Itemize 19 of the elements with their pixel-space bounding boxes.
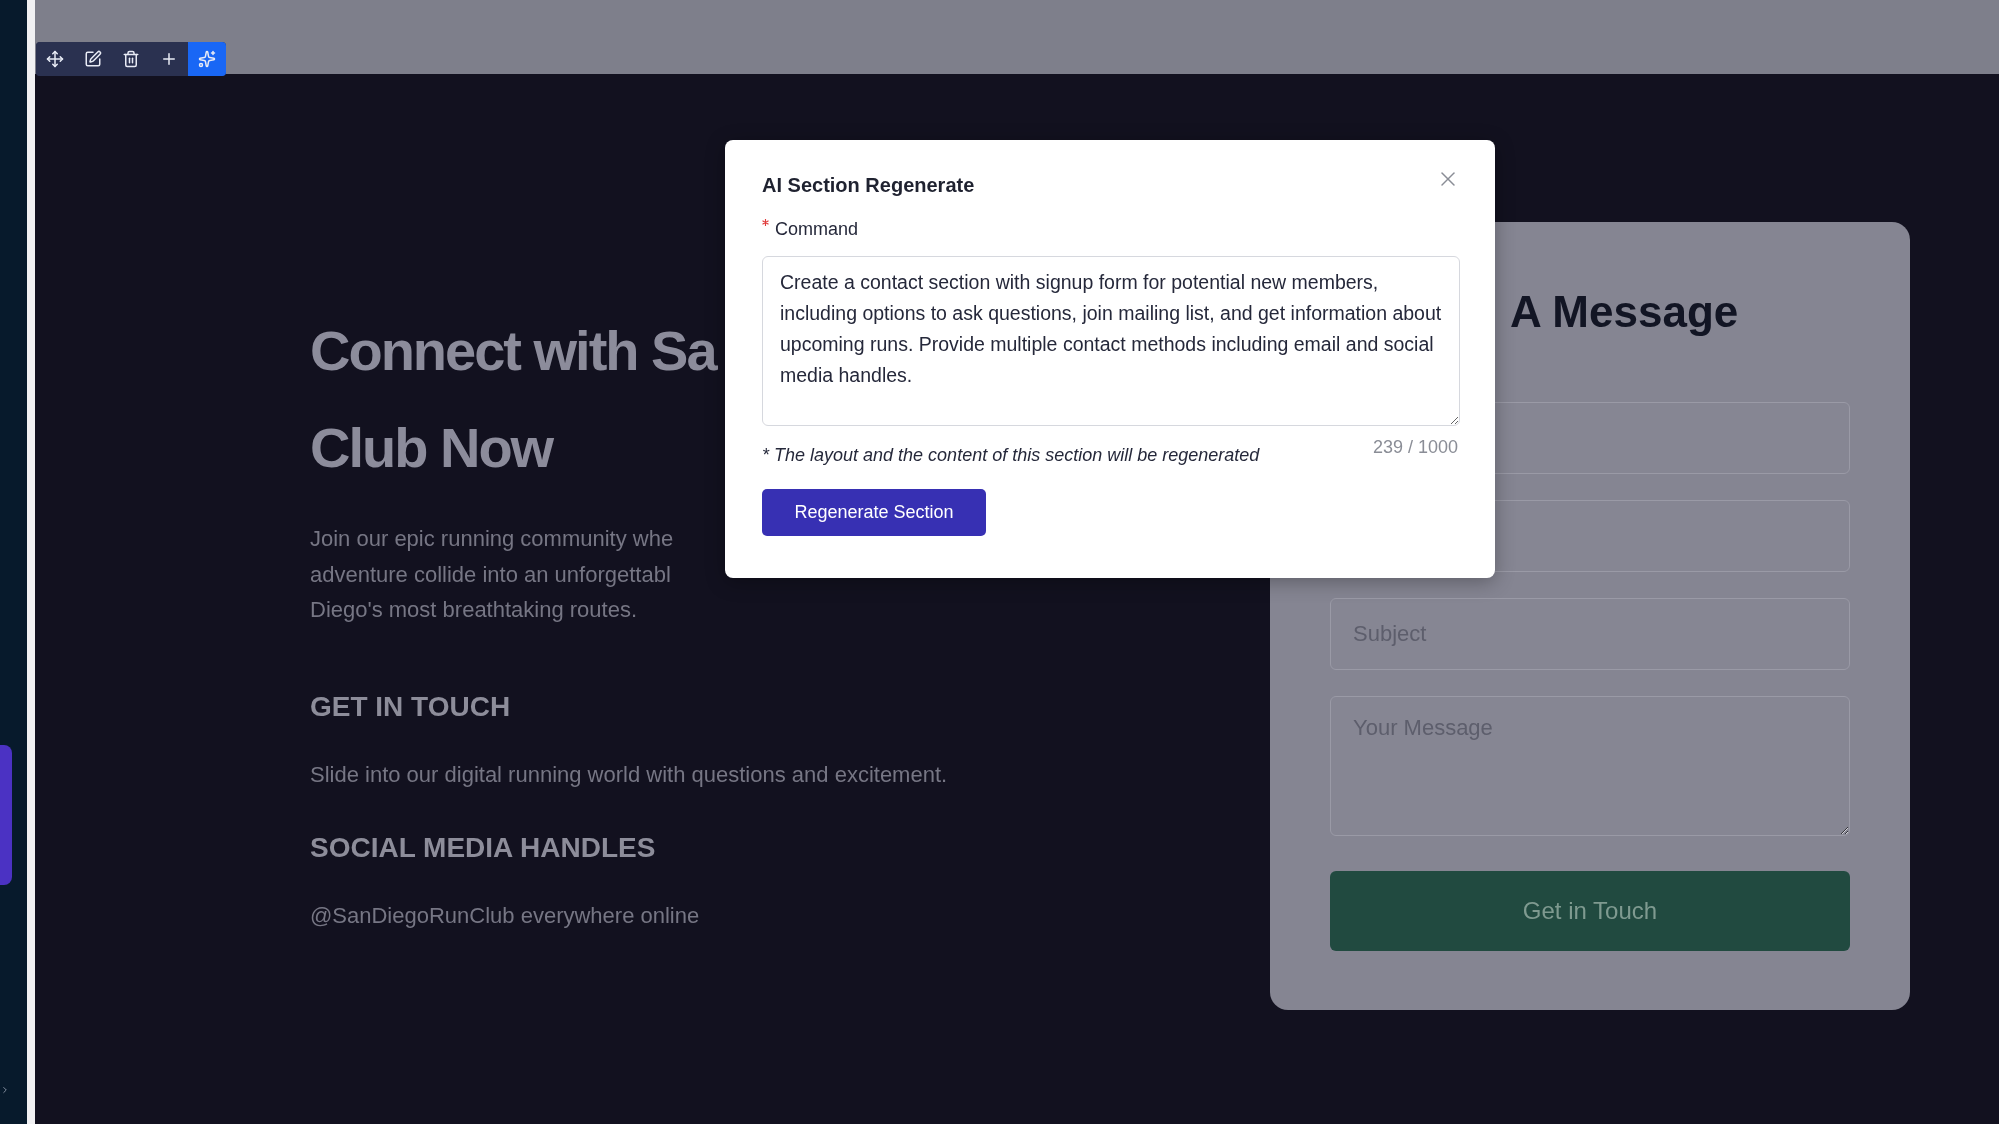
section-text: @SanDiegoRunClub everywhere online bbox=[310, 901, 700, 930]
form-title: A Message bbox=[1510, 286, 1740, 338]
section-heading: SOCIAL MEDIA HANDLES bbox=[310, 830, 656, 865]
chevron-right-icon[interactable] bbox=[0, 1085, 10, 1095]
trash-icon bbox=[122, 50, 140, 68]
edit-icon bbox=[84, 50, 102, 68]
move-icon bbox=[46, 50, 64, 68]
section-text: Slide into our digital running world with questions and excitement. bbox=[310, 760, 948, 789]
sparkles-icon bbox=[198, 50, 216, 68]
character-counter: 239 / 1000 bbox=[1372, 436, 1458, 459]
hero-paragraph: Join our epic running community whe adventure collide into an unforgettabl Diego's most breathtaking routes. bbox=[310, 525, 674, 624]
regenerate-section-button[interactable]: Regenerate Section bbox=[762, 489, 986, 536]
regenerate-note: * The layout and the content of this section will be regenerated bbox=[762, 444, 1260, 467]
hero-heading: Connect with Sa Club Now bbox=[310, 318, 716, 481]
section-heading: GET IN TOUCH bbox=[310, 689, 511, 724]
field-label: Command bbox=[775, 218, 859, 241]
plus-icon bbox=[160, 50, 178, 68]
command-input-field[interactable]: Create a contact section with signup form for potential new members, including options to ask questions, join mailing list, and get information about upcoming runs. Provide multiple contact methods including email and social media handles. bbox=[762, 256, 1460, 426]
modal-title: AI Section Regenerate bbox=[762, 173, 975, 198]
